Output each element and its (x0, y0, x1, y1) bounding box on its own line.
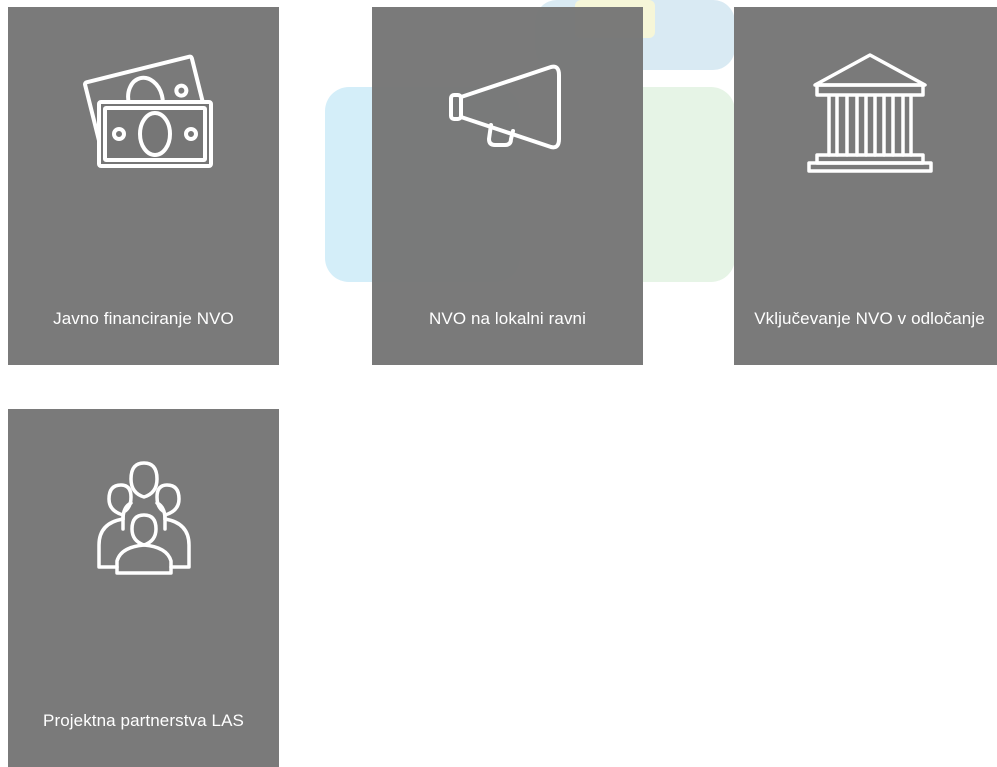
tile-label: Vključevanje NVO v odločanje (754, 309, 985, 328)
government-building-icon (795, 47, 945, 177)
money-icon (69, 47, 219, 177)
tile-javno-financiranje[interactable]: Javno financiranje NVO (8, 7, 279, 365)
people-group-icon (69, 449, 219, 579)
megaphone-icon (433, 47, 583, 177)
tile-vkljucevanje-nvo[interactable]: Vključevanje NVO v odločanje (734, 7, 997, 365)
tile-label: NVO na lokalni ravni (429, 309, 586, 328)
tile-label: Projektna partnerstva LAS (43, 711, 244, 730)
tile-projektna-partnerstva[interactable]: Projektna partnerstva LAS (8, 409, 279, 767)
tile-nvo-lokalni-ravni[interactable]: NVO na lokalni ravni (372, 7, 643, 365)
tile-label: Javno financiranje NVO (53, 309, 234, 328)
